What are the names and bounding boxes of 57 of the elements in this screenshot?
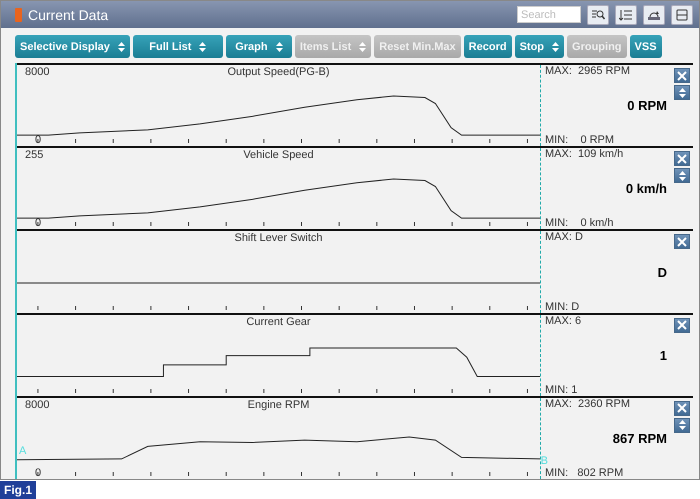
updown-icon — [678, 88, 686, 98]
toolbar-button[interactable]: Selective Display — [15, 35, 130, 58]
axis-max-label: 8000 — [25, 398, 50, 411]
figure-label: Fig.1 — [0, 481, 36, 499]
resize-button[interactable] — [674, 85, 690, 100]
axis-max-label: 255 — [25, 149, 44, 162]
min-reading: MIN: 1 — [545, 384, 578, 396]
toolbar-button[interactable]: Full List — [132, 35, 223, 58]
graph-title: Engine RPM — [248, 398, 310, 411]
cursor-label: A — [19, 445, 26, 458]
max-reading: MAX: 6 — [545, 314, 582, 327]
layout-icon[interactable] — [671, 4, 693, 24]
list-icon[interactable] — [615, 4, 637, 24]
resize-button[interactable] — [674, 418, 690, 433]
search-icon[interactable] — [587, 4, 609, 24]
min-reading: MIN: D — [545, 300, 580, 313]
toolbar-button[interactable]: Graph — [226, 35, 292, 58]
resize-button[interactable] — [674, 168, 690, 184]
close-button[interactable] — [674, 68, 690, 83]
graph-title: Shift Lever Switch — [234, 232, 323, 244]
graph-title: Output Speed(PG-B) — [227, 66, 330, 78]
max-reading: MAX: D — [545, 231, 584, 244]
max-reading: MAX: 2965 RPM — [545, 65, 631, 77]
max-reading: MAX: 2360 RPM — [545, 398, 631, 410]
toolbar-button[interactable]: Stop — [514, 35, 564, 58]
close-button[interactable] — [674, 318, 690, 333]
graph-title: Vehicle Speed — [243, 149, 314, 162]
close-button[interactable] — [674, 151, 690, 166]
cursor-label: B — [540, 455, 548, 468]
current-value: 0 RPM — [627, 98, 667, 114]
min-reading: MIN: 0 RPM — [545, 134, 616, 146]
toolbar-button[interactable]: VSS — [630, 35, 662, 58]
axis-max-label: 8000 — [25, 66, 50, 78]
updown-icon — [678, 170, 686, 181]
axis-min-label: 0 — [35, 467, 42, 480]
graph-title: Current Gear — [246, 316, 311, 328]
search-field[interactable]: Search — [517, 6, 581, 23]
max-reading: MAX: 109 km/h — [545, 148, 624, 160]
close-button[interactable] — [674, 400, 690, 416]
updown-icon — [199, 42, 206, 52]
current-value: 1 — [660, 348, 667, 363]
current-value: 0 km/h — [626, 181, 667, 196]
close-button[interactable] — [674, 234, 690, 250]
flag-icon — [15, 8, 22, 22]
current-value: D — [658, 264, 667, 280]
updown-icon — [276, 42, 283, 52]
updown-icon — [118, 42, 125, 52]
updown-icon — [359, 42, 366, 52]
min-reading: MIN: 0 km/h — [545, 217, 614, 230]
updown-icon — [678, 420, 686, 430]
window-title: Current Data — [28, 6, 110, 22]
current-value: 867 RPM — [612, 430, 667, 446]
axis-min-label: 0 — [35, 134, 42, 146]
min-reading: MIN: 802 RPM — [545, 467, 624, 479]
updown-icon — [552, 42, 560, 52]
toolbar-button[interactable]: Record — [464, 35, 512, 58]
axis-min-label: 0 — [35, 217, 42, 230]
